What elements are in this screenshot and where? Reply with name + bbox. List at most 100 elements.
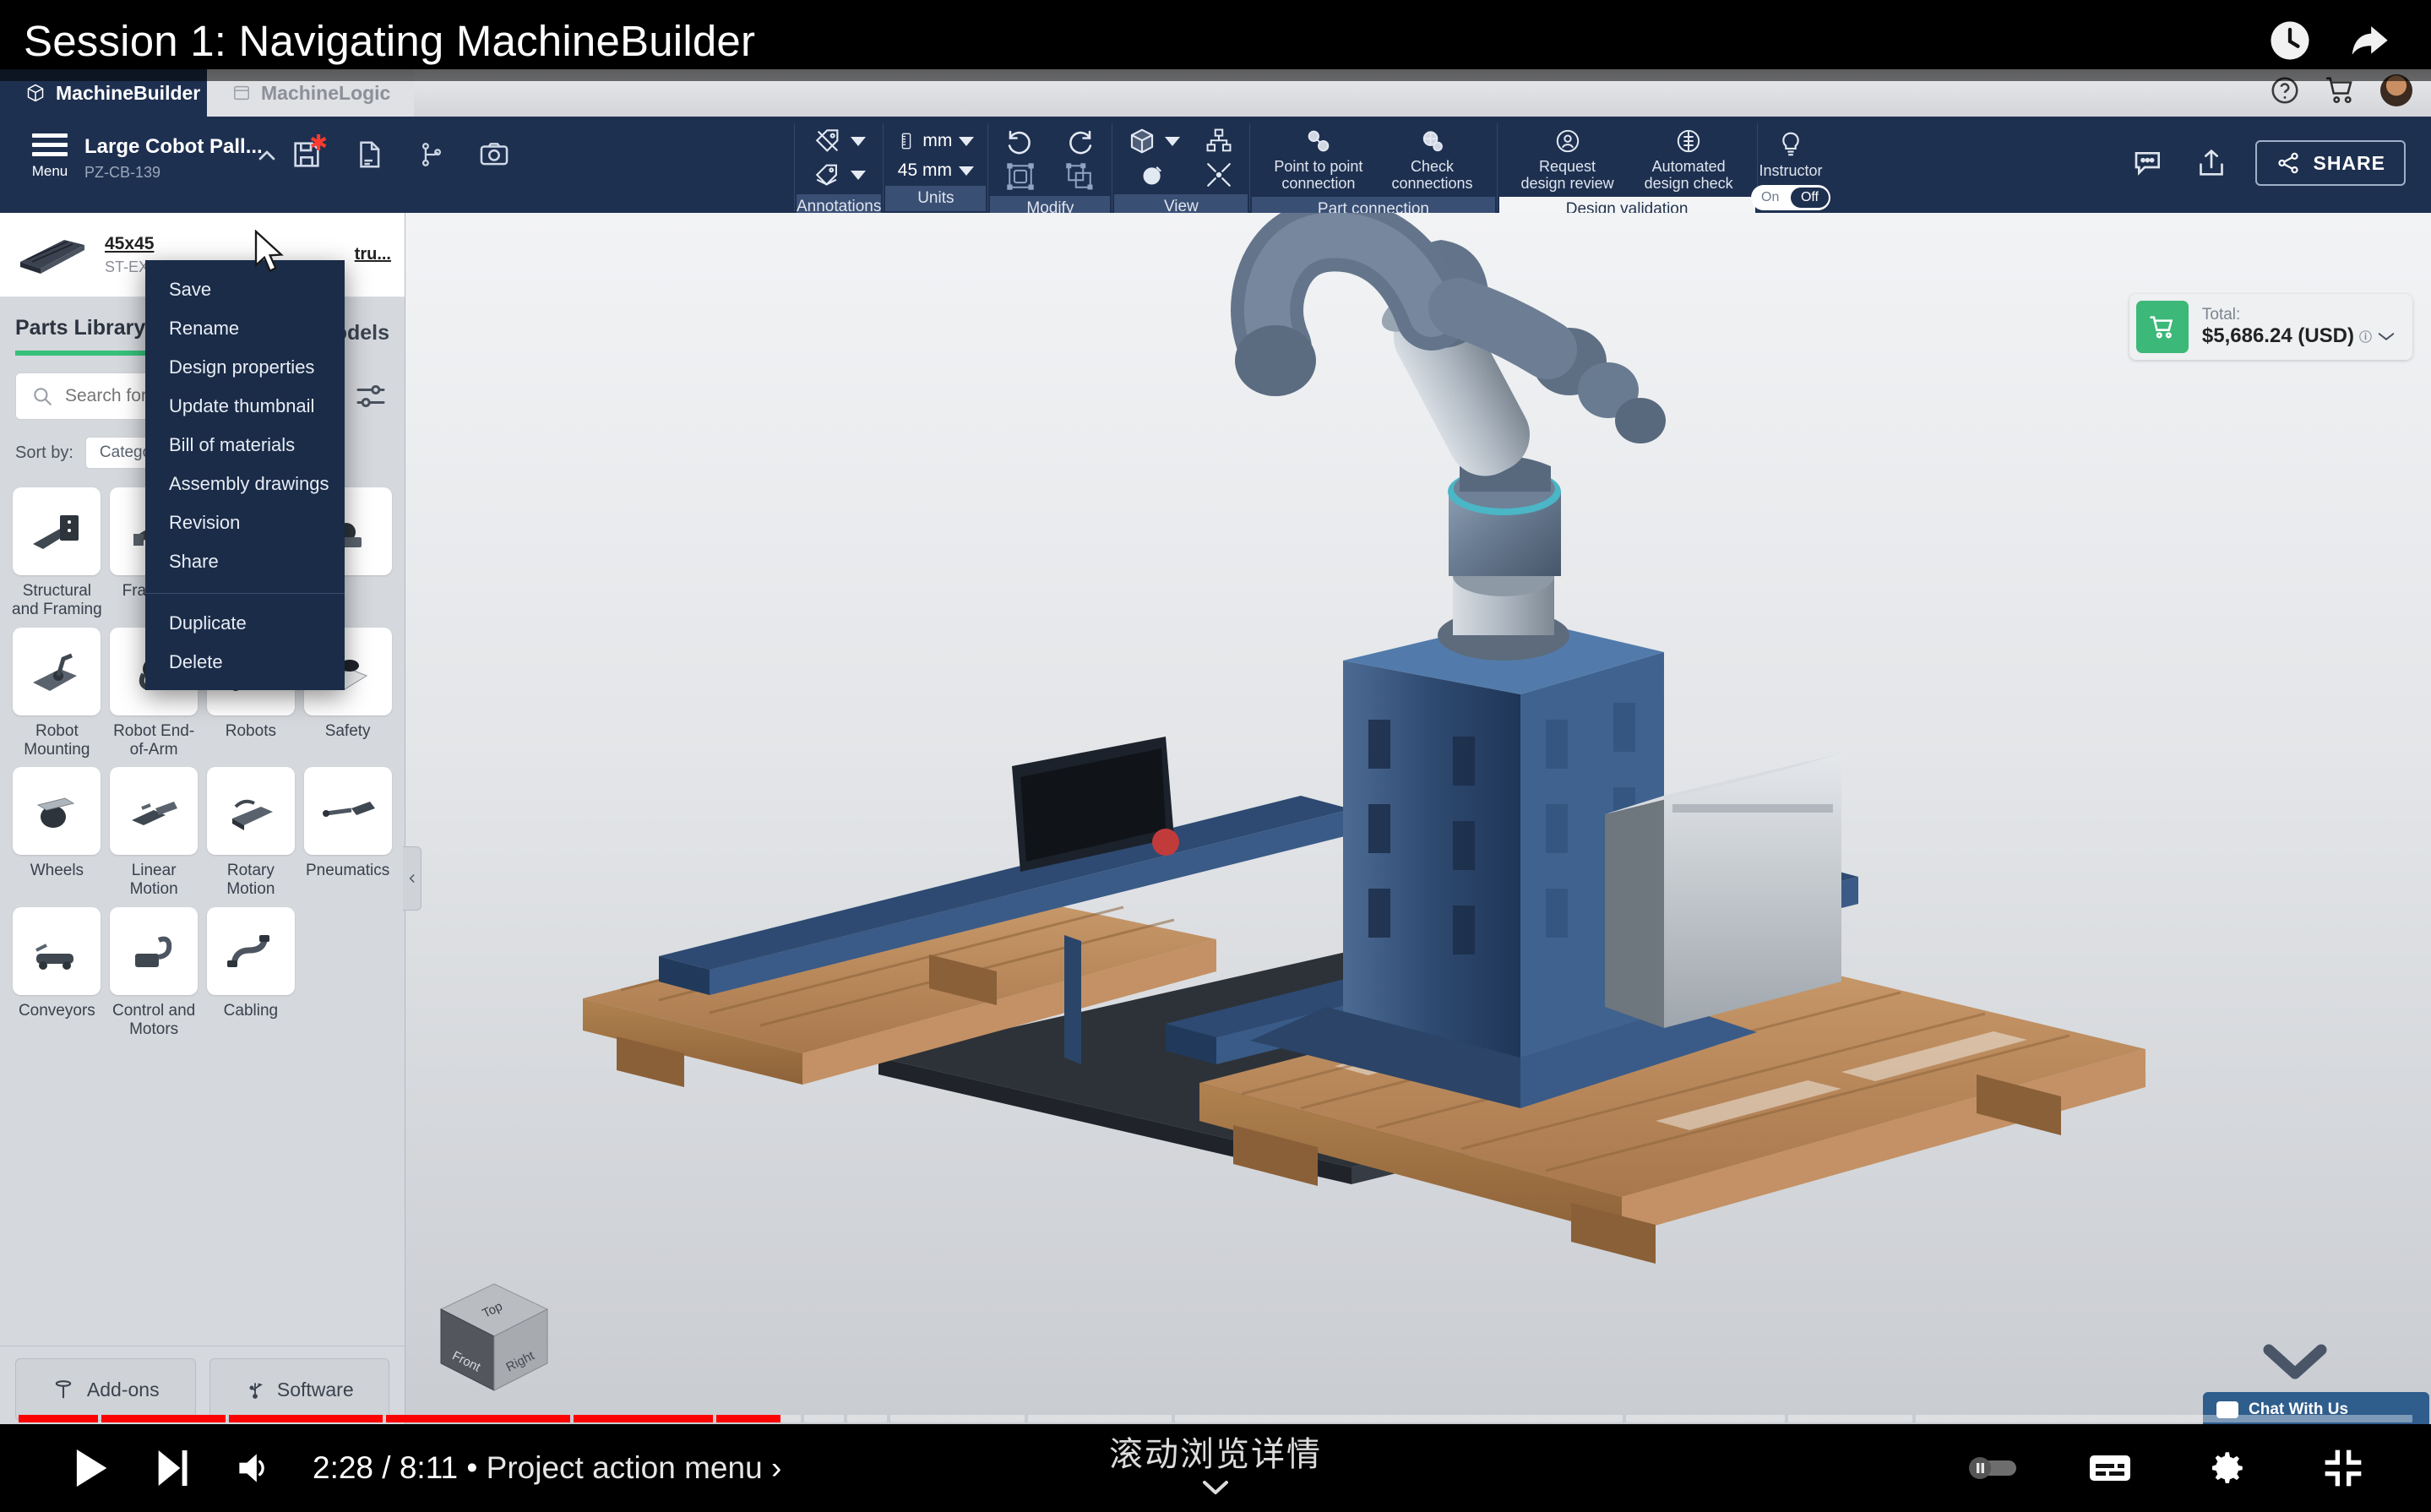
chevron-down-large-icon[interactable] — [2260, 1340, 2330, 1384]
selected-part-right-text: tru... — [355, 245, 391, 264]
camera-icon[interactable] — [475, 135, 514, 174]
category-rotary-motion[interactable]: Rotary Motion — [206, 767, 296, 899]
export-document-icon[interactable] — [350, 135, 389, 174]
next-video-button[interactable] — [132, 1428, 213, 1509]
category-wheels[interactable]: Wheels — [12, 767, 102, 899]
settings-gear-button[interactable] — [2186, 1428, 2267, 1509]
progress-segment-fill — [574, 1415, 713, 1422]
chevron-up-icon[interactable] — [253, 142, 280, 169]
instructor-toggle[interactable]: On Off — [1751, 185, 1830, 210]
video-chapter-label[interactable]: Project action menu — [487, 1450, 763, 1485]
exit-fullscreen-button[interactable] — [2303, 1428, 2384, 1509]
progress-segment[interactable] — [1028, 1415, 1172, 1422]
category-conveyors[interactable]: Conveyors — [12, 907, 102, 1039]
category-robot-mounting[interactable]: Robot Mounting — [12, 628, 102, 759]
pneumatics-icon — [304, 767, 392, 855]
context-menu-item-rename[interactable]: Rename — [145, 309, 345, 348]
category-linear-motion[interactable]: Linear Motion — [109, 767, 199, 899]
progress-segment[interactable] — [101, 1415, 226, 1422]
progress-segment[interactable] — [716, 1415, 801, 1422]
instructor-toggle-off[interactable]: Off — [1791, 188, 1829, 208]
context-menu-item-delete[interactable]: Delete — [145, 643, 345, 682]
progress-segment-fill — [229, 1415, 383, 1422]
hide-show-icon[interactable] — [1137, 160, 1169, 189]
category-control-and-motors[interactable]: Control and Motors — [109, 907, 199, 1039]
application-window: MachineBuilder MachineLogic Menu Large C… — [0, 69, 2431, 1428]
watch-later-clock-icon[interactable] — [2265, 16, 2314, 65]
progress-segment[interactable] — [19, 1415, 98, 1422]
progress-segment[interactable] — [804, 1415, 844, 1422]
progress-segment[interactable] — [1788, 1415, 1912, 1422]
context-menu-item-assembly-drawings[interactable]: Assembly drawings — [145, 465, 345, 503]
category-cabling[interactable]: Cabling — [206, 907, 296, 1039]
play-button[interactable] — [51, 1428, 132, 1509]
annotation-layers-icon[interactable] — [812, 160, 866, 189]
check-connections-button[interactable]: Check connections — [1391, 127, 1472, 192]
menu-button[interactable]: Menu — [22, 128, 78, 180]
ungroup-icon[interactable] — [1063, 162, 1096, 191]
software-button[interactable]: Software — [209, 1358, 390, 1421]
progress-segment[interactable] — [1916, 1415, 2412, 1422]
save-icon[interactable]: ✱ — [287, 135, 326, 174]
unsaved-indicator: ✱ — [309, 132, 328, 154]
ribbon-group-design-validation: Request design review Automated design c… — [1498, 123, 1758, 211]
progress-segment[interactable] — [890, 1415, 1025, 1422]
request-design-review-button[interactable]: Request design review — [1521, 127, 1614, 192]
revision-branch-icon[interactable] — [412, 135, 451, 174]
progress-segment[interactable] — [229, 1415, 383, 1422]
robot-mounting-icon — [13, 628, 101, 715]
add-ons-button[interactable]: Add-ons — [15, 1358, 196, 1421]
share-arrow-icon[interactable] — [2345, 16, 2394, 65]
progress-segment[interactable] — [574, 1415, 713, 1422]
volume-button[interactable] — [213, 1428, 294, 1509]
3d-canvas[interactable]: Total: $5,686.24 (USD) ⓘ — [405, 213, 2431, 1428]
zoom-fit-icon[interactable] — [1202, 160, 1236, 189]
project-action-context-menu[interactable]: SaveRenameDesign propertiesUpdate thumbn… — [145, 260, 345, 690]
category-pneumatics[interactable]: Pneumatics — [302, 767, 393, 899]
progress-segment[interactable] — [1175, 1415, 1622, 1422]
unit-selector[interactable]: mm — [897, 127, 974, 155]
request-design-review-label: Request design review — [1521, 158, 1614, 192]
project-info[interactable]: Large Cobot Pall... PZ-CB-139 — [84, 135, 263, 182]
annotation-tag-icon[interactable] — [812, 127, 866, 155]
category-label: Robot End- of-Arm — [109, 722, 199, 759]
comment-icon[interactable] — [2130, 146, 2167, 180]
context-menu-item-update-thumbnail[interactable]: Update thumbnail — [145, 387, 345, 426]
share-button[interactable]: SHARE — [2255, 140, 2406, 186]
context-menu-item-bill-of-materials[interactable]: Bill of materials — [145, 426, 345, 465]
redo-icon[interactable] — [1061, 127, 1098, 157]
context-menu-item-share[interactable]: Share — [145, 542, 345, 581]
undo-icon[interactable] — [1002, 127, 1039, 157]
progress-segment[interactable] — [847, 1415, 887, 1422]
explode-tree-icon[interactable] — [1202, 127, 1236, 155]
progress-segment[interactable] — [386, 1415, 570, 1422]
upload-icon[interactable] — [2194, 146, 2228, 180]
point-to-point-connection-button[interactable]: Point to point connection — [1274, 127, 1362, 192]
panel-collapse-handle[interactable] — [403, 846, 421, 911]
context-menu-item-duplicate[interactable]: Duplicate — [145, 604, 345, 643]
context-menu-item-revision[interactable]: Revision — [145, 503, 345, 542]
autoplay-toggle[interactable] — [1953, 1428, 2034, 1509]
category-structural-and-framing[interactable]: Structural and Framing — [12, 487, 102, 619]
filter-sliders-icon[interactable] — [352, 378, 389, 415]
instructor-toggle-on[interactable]: On — [1753, 190, 1779, 205]
point-to-point-connection-label: Point to point connection — [1274, 158, 1362, 192]
video-header: Session 1: Navigating MachineBuilder — [0, 0, 2431, 81]
automated-design-check-label: Automated design check — [1645, 158, 1733, 192]
progress-segment[interactable] — [1626, 1415, 1785, 1422]
tab-parts-library[interactable]: Parts Library — [15, 316, 145, 356]
automated-design-check-button[interactable]: Automated design check — [1645, 127, 1733, 192]
category-label: Robots — [226, 722, 276, 741]
view-cube-icon[interactable] — [1126, 127, 1180, 155]
video-progress-bar[interactable] — [0, 1412, 2431, 1424]
progress-segment-fill — [101, 1415, 226, 1422]
grid-size-selector[interactable]: 45 mm — [898, 160, 974, 181]
context-menu-item-design-properties[interactable]: Design properties — [145, 348, 345, 387]
video-chapter-arrow[interactable]: › — [771, 1450, 781, 1485]
view-cube[interactable]: Top Front Right — [422, 1265, 566, 1409]
group-icon[interactable] — [1003, 162, 1037, 191]
context-menu-item-save[interactable]: Save — [145, 270, 345, 309]
subtitles-cc-button[interactable] — [2069, 1428, 2151, 1509]
left-panel-bottom-bar: Add-ons Software — [0, 1346, 405, 1421]
grid-size-value: 45 mm — [898, 160, 952, 181]
